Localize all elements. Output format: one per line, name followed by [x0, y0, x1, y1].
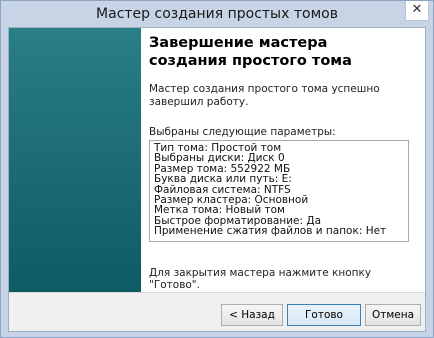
wizard-side-banner: [9, 28, 141, 292]
back-button[interactable]: < Назад: [221, 304, 283, 326]
param-line: Применение сжатия файлов и папок: Нет: [154, 225, 387, 238]
close-icon: ✕: [411, 2, 423, 17]
wizard-client-area: Завершение мастера создания простого том…: [8, 27, 426, 332]
button-bar: < Назад Готово Отмена: [9, 293, 425, 331]
wizard-content: Завершение мастера создания простого том…: [149, 34, 417, 291]
page-title: Завершение мастера создания простого том…: [149, 35, 352, 69]
footer-instruction: Для закрытия мастера нажмите кнопку "Гот…: [149, 267, 372, 291]
intro-text: Мастер создания простого тома успешно за…: [149, 83, 380, 108]
cancel-button[interactable]: Отмена: [365, 304, 421, 326]
title-bar[interactable]: Мастер создания простых томов ✕: [1, 1, 433, 27]
close-button[interactable]: ✕: [405, 1, 429, 21]
finish-button[interactable]: Готово: [287, 304, 361, 326]
window-title: Мастер создания простых томов: [96, 6, 338, 22]
wizard-window: Мастер создания простых томов ✕ Завершен…: [0, 0, 434, 338]
params-label: Выбраны следующие параметры:: [149, 126, 336, 138]
params-summary-box[interactable]: Тип тома: Простой том Выбраны диски: Дис…: [149, 140, 409, 242]
